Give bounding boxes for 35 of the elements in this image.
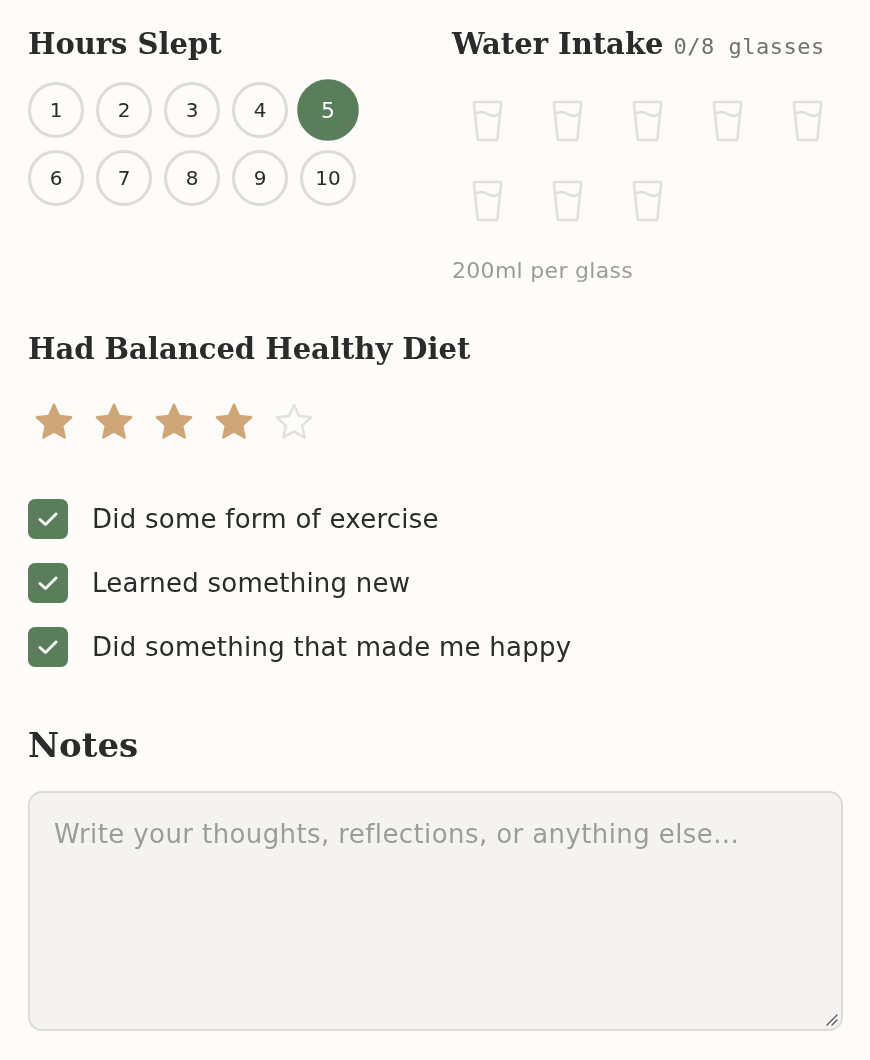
hour-option[interactable]: 10: [300, 150, 356, 206]
empty-glass-icon[interactable]: [472, 100, 503, 142]
checkbox[interactable]: [28, 627, 68, 667]
empty-glass-icon[interactable]: [552, 100, 583, 142]
resize-grip-icon[interactable]: [826, 1014, 838, 1026]
checkbox[interactable]: [28, 563, 68, 603]
hour-option[interactable]: 1: [28, 82, 84, 138]
hour-option[interactable]: 2: [96, 82, 152, 138]
hour-option[interactable]: 8: [164, 150, 220, 206]
checkbox-label[interactable]: Did some form of exercise: [92, 503, 439, 535]
section-heading: Hours Slept: [28, 26, 223, 63]
empty-glass-icon[interactable]: [792, 100, 823, 142]
hour-option[interactable]: 9: [232, 150, 288, 206]
checkmark-icon: [38, 512, 58, 526]
glass-size-note: 200ml per glass: [452, 258, 635, 283]
empty-glass-icon[interactable]: [552, 180, 583, 222]
hour-option[interactable]: 4: [232, 82, 288, 138]
empty-glass-icon[interactable]: [632, 180, 663, 222]
empty-glass-icon[interactable]: [632, 100, 663, 142]
checkbox-label[interactable]: Did something that made me happy: [92, 631, 572, 663]
section-heading: Notes: [28, 724, 140, 767]
section-heading: Water Intake: [452, 26, 664, 63]
checkbox-label[interactable]: Learned something new: [92, 567, 411, 599]
empty-glass-icon[interactable]: [712, 100, 743, 142]
hour-option[interactable]: 3: [164, 82, 220, 138]
checkmark-icon: [38, 576, 58, 590]
glass-count: 0/8 glasses: [673, 34, 825, 59]
checkbox[interactable]: [28, 499, 68, 539]
section-heading: Had Balanced Healthy Diet: [28, 331, 472, 368]
notes-field[interactable]: Write your thoughts, reflections, or anything else...: [28, 791, 843, 1031]
hour-option[interactable]: 6: [28, 150, 84, 206]
hour-option[interactable]: 7: [96, 150, 152, 206]
hour-option[interactable]: 5: [297, 79, 359, 141]
empty-glass-icon[interactable]: [472, 180, 503, 222]
checkmark-icon: [38, 640, 58, 654]
